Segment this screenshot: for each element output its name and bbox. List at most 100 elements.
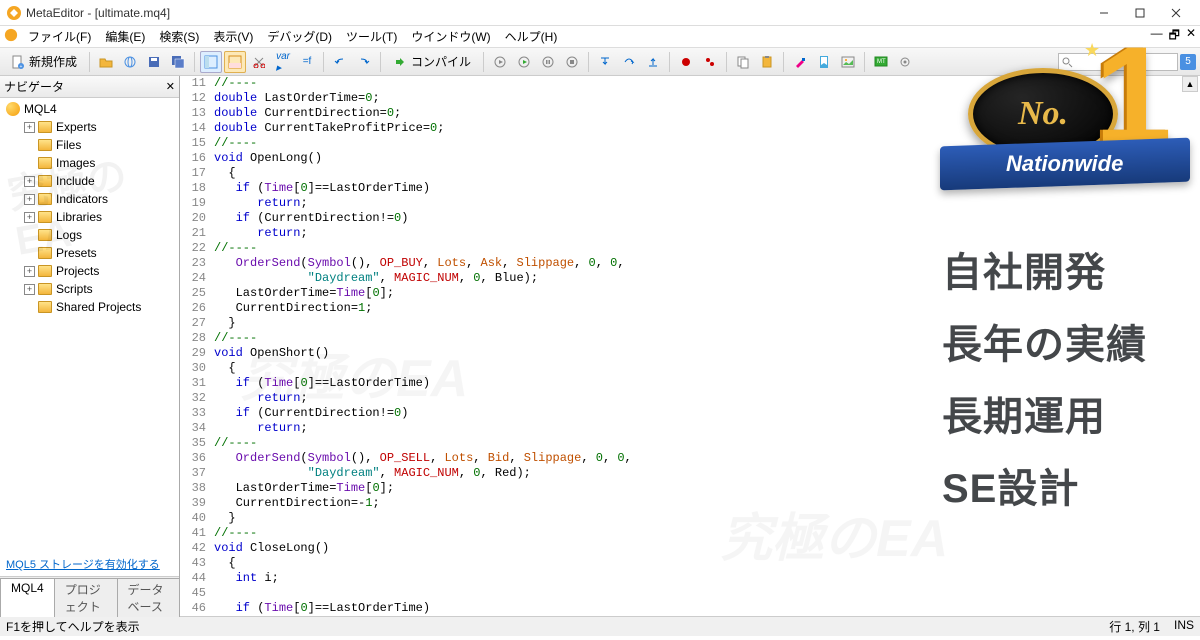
paste-button[interactable] [756, 51, 778, 73]
titlebar: MetaEditor - [ultimate.mq4] [0, 0, 1200, 26]
bookmarks-button[interactable] [699, 51, 721, 73]
undo-button[interactable] [329, 51, 351, 73]
tree-item[interactable]: Logs [2, 226, 177, 244]
expander-icon[interactable]: + [24, 194, 35, 205]
menu-item[interactable]: デバッグ(D) [261, 28, 338, 46]
compile-label: コンパイル [411, 53, 471, 70]
debug-run-button[interactable] [489, 51, 511, 73]
expander-icon[interactable]: + [24, 176, 35, 187]
copy-button[interactable] [732, 51, 754, 73]
menu-item[interactable]: ウインドウ(W) [405, 28, 496, 46]
folder-icon [38, 229, 52, 241]
folder-icon [38, 121, 52, 133]
menu-item[interactable]: 表示(V) [207, 28, 259, 46]
cut-button[interactable] [248, 51, 270, 73]
compile-button[interactable]: コンパイル [386, 51, 478, 73]
navigator-tabs: MQL4 プロジェクト データベース [0, 576, 179, 616]
tree-item[interactable]: +Indicators [2, 190, 177, 208]
folder-icon [38, 247, 52, 259]
tree-item[interactable]: Shared Projects [2, 298, 177, 316]
terminal-button[interactable]: MT [870, 51, 892, 73]
app-icon [6, 5, 22, 21]
menu-item[interactable]: ツール(T) [340, 28, 403, 46]
toolbar: +新規作成 var▶ =f コンパイル MT 5 [0, 48, 1200, 76]
layout1-button[interactable] [200, 51, 222, 73]
mdi-minimize-icon[interactable]: — [1151, 26, 1163, 47]
mql5-storage-link[interactable]: MQL5 ストレージを有効化する [6, 559, 160, 571]
layout2-button[interactable] [224, 51, 246, 73]
panel-button[interactable]: 5 [1180, 54, 1196, 70]
navigator-close-icon[interactable]: ✕ [166, 80, 175, 93]
watermark: 究極のEA [720, 496, 948, 571]
tab-database[interactable]: データベース [117, 578, 180, 617]
statusbar: F1を押してヘルプを表示 行 1, 列 1 INS [0, 616, 1200, 636]
folder-icon [38, 193, 52, 205]
expander-icon[interactable]: + [24, 266, 35, 277]
expander-icon[interactable]: + [24, 212, 35, 223]
expander-icon[interactable]: + [24, 284, 35, 295]
navigator-header: ナビゲータ ✕ [0, 76, 179, 98]
save-button[interactable] [143, 51, 165, 73]
menu-item[interactable]: ファイル(F) [22, 28, 97, 46]
tree-root[interactable]: MQL4 [2, 100, 177, 118]
stop-button[interactable] [561, 51, 583, 73]
tree-item[interactable]: Files [2, 136, 177, 154]
navigator-pane: ナビゲータ ✕ 究極のEA MQL4 +ExpertsFilesImages+I… [0, 76, 180, 616]
folder-icon [38, 175, 52, 187]
breakpoint-button[interactable] [675, 51, 697, 73]
save-all-button[interactable] [167, 51, 189, 73]
status-position: 行 1, 列 1 [1109, 618, 1160, 635]
menu-icon [4, 28, 18, 45]
tree-item[interactable]: +Projects [2, 262, 177, 280]
minimize-button[interactable] [1086, 1, 1122, 25]
settings-button[interactable] [894, 51, 916, 73]
maximize-button[interactable] [1122, 1, 1158, 25]
tab-project[interactable]: プロジェクト [54, 578, 118, 617]
pause-button[interactable] [537, 51, 559, 73]
scroll-up-button[interactable]: ▲ [1182, 76, 1198, 92]
tree-item[interactable]: +Scripts [2, 280, 177, 298]
mdi-close-icon[interactable]: ✕ [1186, 26, 1196, 47]
line-gutter: 1112131415161718192021222324252627282930… [180, 76, 212, 616]
image-button[interactable] [837, 51, 859, 73]
var-button[interactable]: var▶ [272, 51, 294, 73]
tree-item[interactable]: Presets [2, 244, 177, 262]
tab-mql4[interactable]: MQL4 [0, 578, 55, 617]
folder-icon [38, 139, 52, 151]
folder-icon [38, 301, 52, 313]
url-button[interactable] [119, 51, 141, 73]
folder-icon [38, 283, 52, 295]
navigator-tree[interactable]: 究極のEA MQL4 +ExpertsFilesImages+Include+I… [0, 98, 179, 552]
tree-item[interactable]: +Libraries [2, 208, 177, 226]
folder-icon [38, 211, 52, 223]
open-button[interactable] [95, 51, 117, 73]
func-button[interactable]: =f [296, 51, 318, 73]
step-out-button[interactable] [642, 51, 664, 73]
code-area[interactable]: //----double LastOrderTime=0;double Curr… [214, 76, 632, 616]
status-help: F1を押してヘルプを表示 [6, 618, 140, 635]
step-into-button[interactable] [594, 51, 616, 73]
close-button[interactable] [1158, 1, 1194, 25]
navigator-footer: MQL5 ストレージを有効化する [0, 552, 179, 576]
step-over-button[interactable] [618, 51, 640, 73]
code-editor[interactable]: ▲ 究極のEA 究極のEA 11121314151617181920212223… [180, 76, 1200, 616]
menu-item[interactable]: 編集(E) [99, 28, 151, 46]
tree-item[interactable]: +Include [2, 172, 177, 190]
status-ins: INS [1174, 618, 1194, 635]
mdi-restore-icon[interactable]: 🗗 [1169, 26, 1180, 47]
tree-item[interactable]: +Experts [2, 118, 177, 136]
tree-item[interactable]: Images [2, 154, 177, 172]
window-title: MetaEditor - [ultimate.mq4] [26, 6, 1086, 20]
search-box[interactable] [1058, 53, 1178, 71]
new-file-button[interactable]: +新規作成 [4, 51, 84, 73]
folder-icon [38, 265, 52, 277]
menu-item[interactable]: ヘルプ(H) [499, 28, 564, 46]
svg-text:+: + [20, 64, 23, 69]
play-button[interactable] [513, 51, 535, 73]
menu-item[interactable]: 検索(S) [153, 28, 205, 46]
redo-button[interactable] [353, 51, 375, 73]
expander-icon[interactable]: + [24, 122, 35, 133]
styler-button[interactable] [789, 51, 811, 73]
svg-text:MT: MT [877, 59, 886, 65]
bookmark-button[interactable] [813, 51, 835, 73]
